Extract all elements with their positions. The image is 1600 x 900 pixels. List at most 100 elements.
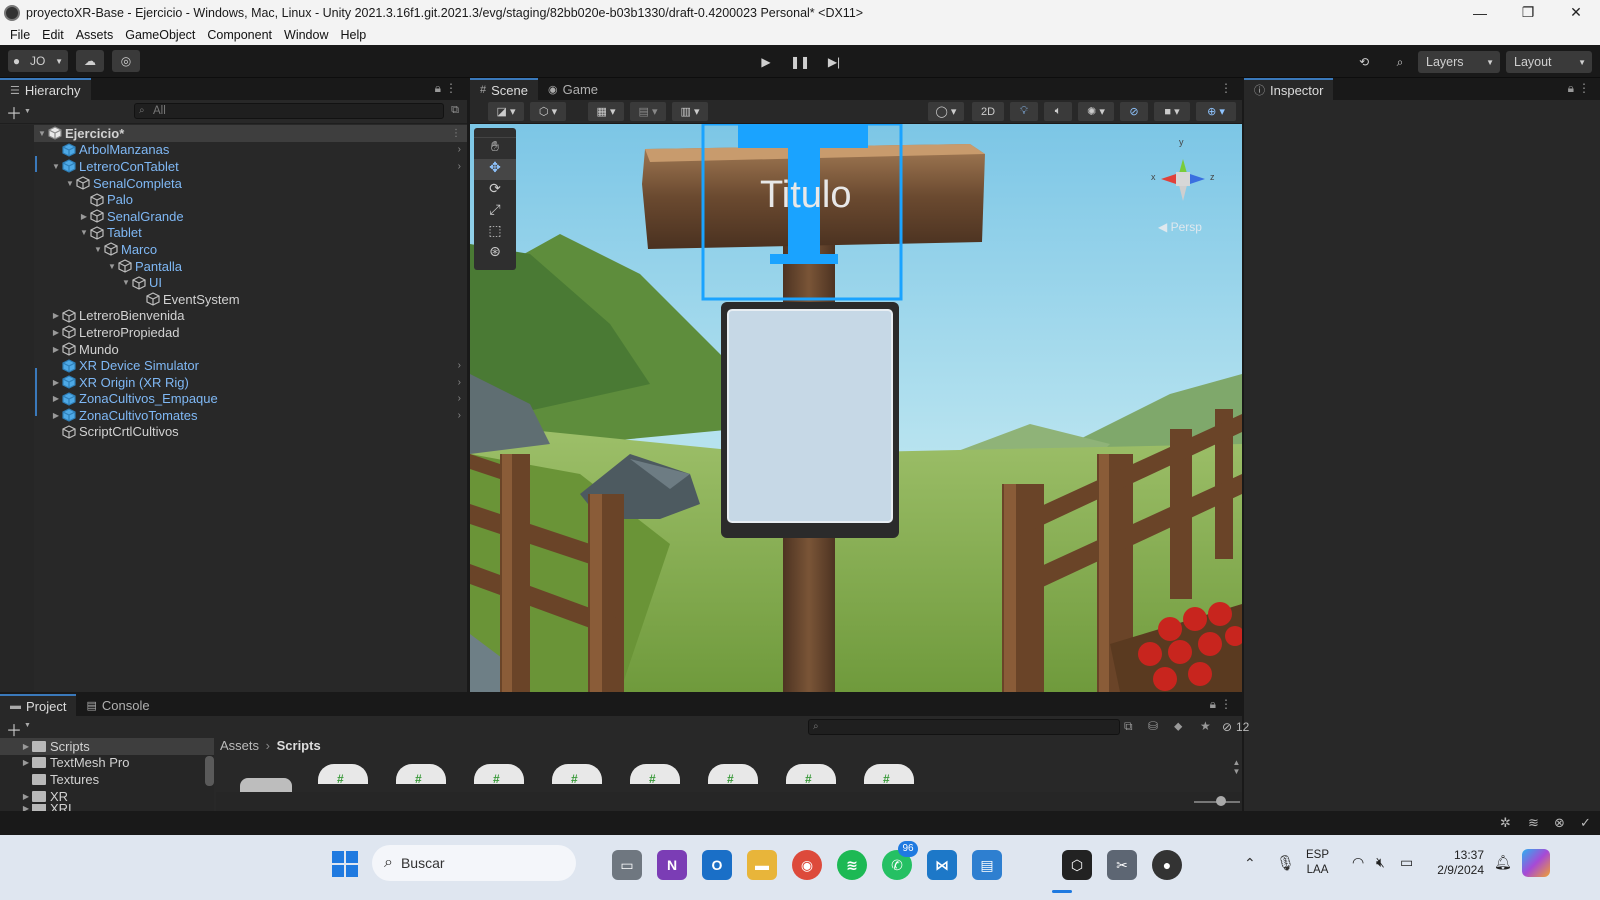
layers-dropdown[interactable]: Layers ▼ [1418,51,1500,73]
expanded-arrow-icon[interactable]: ▼ [106,262,118,271]
hierarchy-item[interactable]: ▶ LetreroBienvenida [0,308,467,325]
file-explorer-icon[interactable]: ▬ [747,850,777,880]
script-asset[interactable]: # [786,764,836,786]
expanded-arrow-icon[interactable]: ▼ [50,162,62,171]
grid-visibility-dropdown[interactable]: ▥ ▾ [672,102,708,121]
scene-viewport[interactable]: Titulo ◀ Persp y z x ✋︎ ✥ ⟳ ⤢ ⬚ ⊛ [470,124,1242,692]
check-circle-icon[interactable]: ✓ [1580,815,1591,831]
grid-snap-dropdown[interactable]: ▦ ▾ [588,102,624,121]
expanded-arrow-icon[interactable]: ▼ [120,278,132,287]
hierarchy-item[interactable]: ▶ Mundo [0,341,467,358]
hand-tool-icon[interactable]: ✋︎ [474,138,516,159]
hierarchy-item[interactable]: ▼ Ejercicio* ⋮ [0,125,467,142]
cloud-button[interactable]: ☁ [76,50,104,72]
expanded-arrow-icon[interactable]: ▼ [92,245,104,254]
breadcrumb-assets[interactable]: Assets [220,738,259,753]
onenote-icon[interactable]: N [657,850,687,880]
hierarchy-item[interactable]: ▼ SenalCompleta [0,175,467,192]
lock-icon[interactable]: 🔒︎ [435,81,441,96]
hierarchy-item[interactable]: ▶ ZonaCultivos_Empaque › [0,391,467,408]
icon-size-slider-thumb[interactable] [1216,796,1226,806]
collab-button[interactable]: ◎ [112,50,140,72]
hierarchy-item[interactable]: ▶ SenalGrande [0,208,467,225]
bug-icon[interactable]: ✲ [1500,815,1511,831]
tab-scene[interactable]: # Scene [470,78,538,100]
hierarchy-item[interactable]: ▼ Marco [0,241,467,258]
tab-hierarchy[interactable]: ☰ Hierarchy [0,78,91,100]
hidden-packages-icon[interactable]: ⊘ [1222,720,1232,734]
layers-stack-icon[interactable]: ≋ [1528,815,1539,831]
cache-icon[interactable]: ⊗ [1554,815,1565,831]
chevron-up-icon[interactable]: ⌃ [1244,855,1256,872]
chrome-icon[interactable]: ◉ [792,850,822,880]
label-icon[interactable]: ⬥ [1174,719,1182,734]
chevron-right-icon[interactable]: › [458,161,461,172]
more-options-icon[interactable]: ⋮ [445,81,457,95]
chevron-right-icon[interactable]: › [458,410,461,421]
move-tool-icon[interactable]: ✥ [474,159,516,180]
unity-icon[interactable]: ⬡ [1062,850,1092,880]
tab-game[interactable]: ◉ Game [538,78,608,100]
project-search-input[interactable]: ⌕ [808,719,1120,735]
lighting-toggle[interactable]: 💡︎ [1010,102,1038,121]
camera-dropdown[interactable]: ■ ▾ [1154,102,1190,121]
recorder-icon[interactable]: ● [1152,850,1182,880]
minimize-button[interactable]: — [1456,5,1504,21]
chevron-down-icon[interactable]: ▼ [24,722,31,729]
scene-visibility-icon[interactable]: ⧉ [451,104,459,117]
snap-increment-dropdown[interactable]: ▤ ▾ [630,102,666,121]
chevron-right-icon[interactable]: › [458,144,461,155]
render-mode-dropdown[interactable]: ⬡ ▾ [530,102,566,121]
expanded-arrow-icon[interactable]: ▼ [78,228,90,237]
maximize-button[interactable]: ❐ [1504,4,1552,21]
folder-item[interactable]: ▶ TextMesh Pro [0,755,214,772]
scale-tool-icon[interactable]: ⤢ [474,201,516,222]
hierarchy-item[interactable]: ▼ Pantalla [0,258,467,275]
script-asset[interactable]: # [318,764,368,786]
rotate-tool-icon[interactable]: ⟳ [474,180,516,201]
step-button[interactable]: ▶| [820,51,848,73]
account-dropdown[interactable]: ● JO ▼ [8,50,68,72]
filter-type-icon[interactable]: ⛁ [1148,719,1158,733]
history-button[interactable]: ⟲ [1350,51,1378,73]
collapsed-arrow-icon[interactable]: ▶ [50,394,62,403]
task-view-icon[interactable]: ▭ [612,850,642,880]
hierarchy-item[interactable]: ScriptCrtlCultivos [0,424,467,441]
folder-item[interactable]: ▶ XR [0,788,214,805]
hierarchy-item[interactable]: ▶ ZonaCultivoTomates › [0,407,467,424]
audio-toggle[interactable]: 🔈︎ [1044,102,1072,121]
toggle-2d-button[interactable]: 2D [972,102,1004,121]
hierarchy-item[interactable]: ▼ Tablet [0,225,467,242]
hierarchy-item[interactable]: ▼ LetreroConTablet › [0,158,467,175]
search-button[interactable]: ⌕ [1386,51,1414,73]
menu-help[interactable]: Help [334,28,372,42]
collapsed-arrow-icon[interactable]: ▶ [50,345,62,354]
pause-button[interactable]: ❚❚ [786,51,814,73]
hierarchy-item[interactable]: ArbolManzanas › [0,142,467,159]
script-asset[interactable]: # [474,764,524,786]
outlook-icon[interactable]: O [702,850,732,880]
chevron-right-icon[interactable]: › [458,377,461,388]
effects-dropdown[interactable]: ✺ ▾ [1078,102,1114,121]
snipping-tool-icon[interactable]: ✂ [1107,850,1137,880]
tool-palette-handle[interactable] [474,128,516,138]
chevron-down-icon[interactable]: ▼ [24,108,31,115]
add-icon[interactable]: ＋ [6,100,22,124]
hierarchy-item[interactable]: XR Device Simulator › [0,357,467,374]
folder-item[interactable]: ▶ Scripts [0,738,214,755]
hierarchy-item[interactable]: ▶ LetreroPropiedad [0,324,467,341]
chevron-right-icon[interactable]: › [458,360,461,371]
hidden-objects-toggle[interactable]: ⊘ [1120,102,1148,121]
draw-mode-dropdown[interactable]: ◪ ▾ [488,102,524,121]
close-button[interactable]: ✕ [1552,4,1600,21]
tab-console[interactable]: ▤ Console [76,694,159,716]
more-options-icon[interactable]: ⋮ [451,128,461,139]
breadcrumb-scripts[interactable]: Scripts [277,738,321,753]
menu-gameobject[interactable]: GameObject [119,28,201,42]
play-button[interactable]: ▶ [752,51,780,73]
tab-inspector[interactable]: ⓘ Inspector [1244,78,1334,100]
gizmos-dropdown[interactable]: ⊕ ▾ [1196,102,1236,121]
hierarchy-item[interactable]: ▼ UI [0,274,467,291]
rect-tool-icon[interactable]: ⬚ [474,222,516,243]
collapsed-arrow-icon[interactable]: ▶ [78,212,90,221]
